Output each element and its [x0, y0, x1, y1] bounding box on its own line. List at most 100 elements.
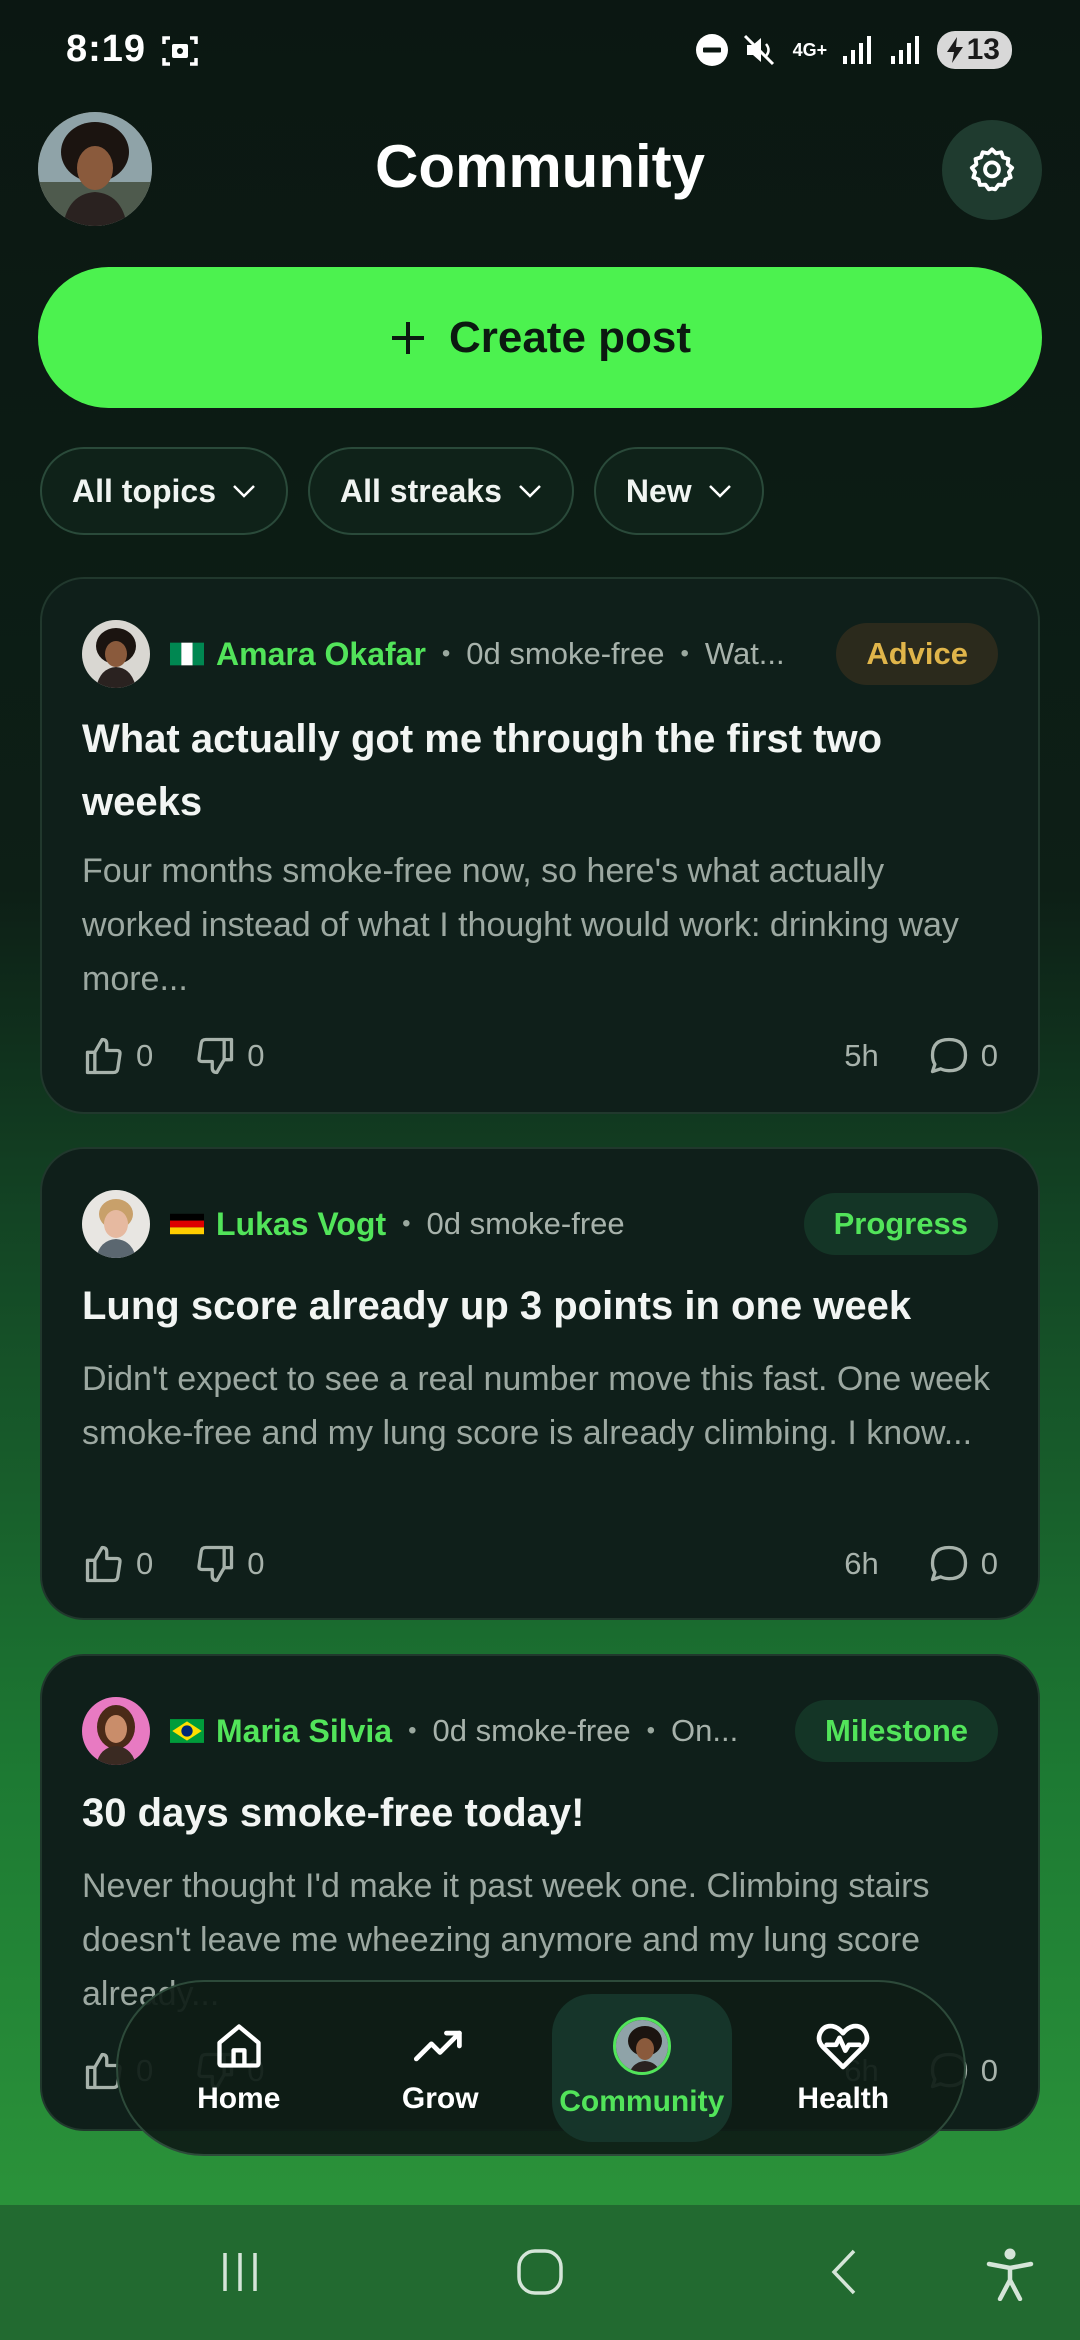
mute-icon — [743, 34, 774, 66]
filter-sort[interactable]: New — [593, 447, 764, 535]
post-card[interactable]: Lukas Vogt • 0d smoke-free Progress Lung… — [40, 1147, 1040, 1620]
status-bar: 8:19 4G+ 13 — [0, 0, 1080, 100]
filter-streaks[interactable]: All streaks — [308, 447, 574, 535]
author-avatar-image — [82, 1697, 150, 1765]
screenshot-icon — [162, 36, 198, 66]
separator-dot: • — [646, 1717, 656, 1744]
flag-germany-icon — [170, 1213, 204, 1235]
nav-health[interactable]: Health — [753, 1994, 933, 2142]
thumbs-down-icon — [197, 1037, 234, 1075]
post-header: Maria Silvia • 0d smoke-free • On... Mil… — [82, 1696, 998, 1766]
author-avatar[interactable] — [82, 1697, 150, 1765]
create-post-label: Create post — [448, 312, 692, 362]
post-excerpt: Four months smoke-free now, so here's wh… — [82, 852, 959, 998]
gear-icon — [969, 147, 1015, 192]
comment-count: 0 — [980, 2053, 998, 2088]
author-avatar-image — [82, 620, 150, 688]
chevron-down-icon — [519, 485, 541, 498]
dislike-count: 0 — [247, 1546, 265, 1581]
system-nav-bar — [0, 2205, 1080, 2340]
nav-grow[interactable]: Grow — [350, 1994, 530, 2142]
like-count: 0 — [136, 1038, 154, 1073]
filter-bar: All topics All streaks New — [40, 447, 764, 535]
filter-streaks-label: All streaks — [340, 472, 502, 509]
dislike-button[interactable]: 0 — [193, 1034, 265, 1078]
signal-icon-2 — [890, 36, 919, 64]
nav-avatar-image — [615, 2020, 668, 2072]
thumbs-up-icon — [85, 1037, 122, 1075]
smoke-free-streak: 0d smoke-free — [466, 636, 665, 671]
post-title: 30 days smoke-free today! — [82, 1791, 585, 1835]
post-stats: 5h 0 — [844, 1034, 998, 1078]
nav-health-label: Health — [797, 2082, 890, 2115]
post-title: What actually got me through the first t… — [82, 717, 882, 824]
post-time: 6h — [844, 1546, 879, 1581]
like-count: 0 — [136, 1546, 154, 1581]
chevron-down-icon — [233, 485, 255, 498]
settings-button[interactable] — [942, 120, 1042, 220]
comment-count: 0 — [980, 1546, 998, 1581]
post-meta-extra: Wat... — [704, 636, 785, 671]
dislike-button[interactable]: 0 — [193, 1542, 265, 1586]
separator-dot: • — [402, 1210, 411, 1237]
post-meta-extra: On... — [671, 1713, 739, 1748]
author-name[interactable]: Maria Silvia — [216, 1713, 392, 1750]
thumbs-down-icon — [197, 1545, 234, 1583]
comment-icon[interactable] — [927, 1542, 971, 1586]
nav-community[interactable]: Community — [551, 1994, 732, 2142]
separator-dot: • — [408, 1717, 417, 1744]
post-tag: Milestone — [795, 1700, 998, 1762]
nav-community-label: Community — [559, 2085, 725, 2118]
post-header: Lukas Vogt • 0d smoke-free Progress — [82, 1189, 998, 1259]
home-system-icon[interactable] — [515, 2247, 565, 2297]
post-tag: Advice — [836, 623, 998, 685]
network-type: 4G+ — [792, 40, 828, 60]
filter-topics[interactable]: All topics — [40, 447, 289, 535]
comment-count: 0 — [980, 1038, 998, 1073]
status-time: 8:19 — [66, 28, 147, 70]
author-name[interactable]: Lukas Vogt — [216, 1206, 386, 1243]
back-icon[interactable] — [820, 2247, 870, 2297]
page-title: Community — [375, 133, 705, 200]
post-card[interactable]: Amara Okafar • 0d smoke-free • Wat... Ad… — [40, 577, 1040, 1114]
thumbs-up-icon — [85, 1545, 122, 1583]
plus-icon — [391, 321, 424, 354]
flag-brazil-icon — [170, 1719, 204, 1743]
heart-pulse-icon — [816, 2023, 870, 2070]
create-post-button[interactable]: Create post — [38, 267, 1042, 408]
author-avatar[interactable] — [82, 1190, 150, 1258]
filter-topics-label: All topics — [72, 472, 217, 509]
post-stats: 6h 0 — [844, 1542, 998, 1586]
battery-indicator: 13 — [936, 31, 1012, 69]
separator-dot: • — [680, 640, 689, 667]
dnd-icon — [695, 34, 728, 66]
accessibility-icon[interactable] — [985, 2247, 1035, 2301]
post-tag: Progress — [803, 1193, 998, 1255]
trending-up-icon — [414, 2030, 463, 2062]
like-button[interactable]: 0 — [82, 1542, 153, 1586]
author-avatar[interactable] — [82, 620, 150, 688]
nav-home-label: Home — [197, 2082, 281, 2115]
post-footer: 0 0 5h 0 — [82, 1031, 998, 1081]
author-avatar-image — [82, 1190, 150, 1258]
like-button[interactable]: 0 — [82, 1034, 153, 1078]
author-name[interactable]: Amara Okafar — [216, 636, 426, 673]
bottom-nav: Home Grow Community Health — [116, 1980, 966, 2156]
post-title: Lung score already up 3 points in one we… — [82, 1284, 912, 1328]
filter-sort-label: New — [625, 472, 692, 509]
recent-apps-icon[interactable] — [215, 2247, 265, 2297]
signal-icon — [842, 36, 871, 64]
flag-nigeria-icon — [170, 642, 204, 666]
smoke-free-streak: 0d smoke-free — [432, 1713, 631, 1748]
post-time: 5h — [844, 1038, 879, 1073]
nav-grow-label: Grow — [401, 2082, 479, 2115]
battery-level: 13 — [966, 33, 1000, 66]
nav-avatar — [612, 2017, 671, 2075]
comment-icon[interactable] — [927, 1034, 971, 1078]
home-icon — [217, 2024, 261, 2068]
post-excerpt: Didn't expect to see a real number move … — [82, 1360, 990, 1452]
post-header: Amara Okafar • 0d smoke-free • Wat... Ad… — [82, 619, 998, 689]
post-footer: 0 0 6h 0 — [82, 1539, 998, 1589]
chevron-down-icon — [708, 485, 731, 498]
nav-home[interactable]: Home — [149, 1994, 329, 2142]
